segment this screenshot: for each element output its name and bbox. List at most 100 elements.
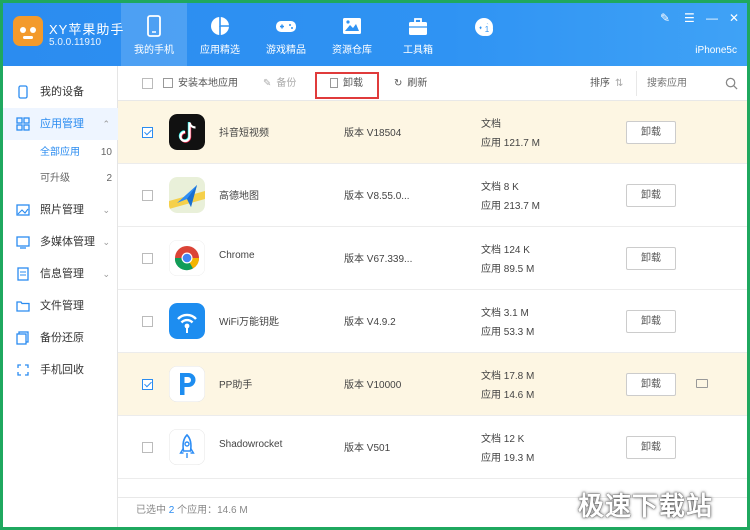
app-list: 抖音短视频 版本 V18504 文档 应用 121.7 M 卸载 高德地图 版本… — [118, 101, 747, 481]
tab-featured-apps[interactable]: 应用精选 — [187, 3, 253, 66]
chrome-icon — [169, 240, 205, 276]
subitem-label: 可升级 — [40, 173, 70, 184]
folder-icon[interactable] — [696, 379, 708, 388]
uninstall-app-button[interactable]: 卸载 — [626, 247, 676, 270]
table-row[interactable]: Shadowrocket 版本 V501 文档 12 K 应用 19.3 M 卸… — [118, 416, 747, 479]
sidebar-item-media[interactable]: 多媒体管理 ⌄ — [3, 226, 118, 258]
grid-icon — [16, 117, 30, 131]
app-size: 应用 53.3 M — [481, 327, 535, 338]
sidebar-subitem-all-apps[interactable]: 全部应用 10 — [3, 140, 118, 166]
search-input[interactable] — [647, 74, 717, 92]
uninstall-app-button[interactable]: 卸载 — [626, 121, 676, 144]
uninstall-button[interactable]: 卸载 — [330, 66, 363, 101]
app-size: 应用 14.6 M — [481, 390, 535, 401]
row-checkbox[interactable] — [142, 190, 153, 201]
app-version: 版本 V4.9.2 — [344, 317, 396, 328]
footer-middle: 个应用： — [174, 505, 218, 516]
refresh-label: 刷新 — [407, 78, 428, 89]
backup-button[interactable]: ✎ 备份 — [263, 66, 296, 101]
top-bar: XY苹果助手 5.0.0.11910 我的手机 应用精选 游戏精品 资源仓库 工… — [3, 3, 747, 66]
row-checkbox[interactable] — [142, 253, 153, 264]
app-version: 版本 V10000 — [344, 380, 402, 391]
uninstall-app-button[interactable]: 卸载 — [626, 184, 676, 207]
refresh-button[interactable]: ↻ 刷新 — [394, 66, 427, 101]
watermark: 极速下载站 — [578, 491, 714, 521]
close-icon[interactable]: ✕ — [729, 11, 739, 25]
minimize-icon[interactable]: — — [706, 11, 718, 25]
table-row[interactable]: Chrome 版本 V67.339... 文档 124 K 应用 89.5 M … — [118, 227, 747, 290]
subitem-count: 2 — [106, 173, 112, 184]
doc-size: 文档 8 K — [481, 182, 519, 193]
install-local-label: 安装本地应用 — [178, 78, 238, 89]
install-local-button[interactable]: 安装本地应用 — [163, 66, 238, 101]
app-logo — [13, 16, 43, 46]
chevron-down-icon: ⌄ — [102, 237, 110, 247]
sidebar-item-backup[interactable]: 备份还原 — [3, 322, 118, 354]
menu-icon[interactable]: ☰ — [684, 11, 695, 25]
search-icon[interactable] — [725, 77, 738, 90]
sidebar-item-my-device[interactable]: 我的设备 — [3, 76, 118, 108]
tab-games[interactable]: 游戏精品 — [253, 3, 319, 66]
sidebar-item-label: 手机回收 — [40, 364, 84, 376]
chevron-down-icon: ⌄ — [102, 269, 110, 279]
sidebar-item-recycle[interactable]: 手机回收 — [3, 354, 118, 386]
app-name: Chrome — [219, 250, 255, 261]
refresh-icon: ↻ — [394, 78, 403, 89]
sort-icon: ⇅ — [615, 78, 624, 89]
app-size: 应用 89.5 M — [481, 264, 535, 275]
app-size: 应用 121.7 M — [481, 138, 540, 149]
folder-icon — [16, 301, 30, 312]
backup-icon — [16, 331, 29, 345]
sidebar-item-messages[interactable]: 信息管理 ⌄ — [3, 258, 118, 290]
app-name: Shadowrocket — [219, 439, 283, 450]
uninstall-app-button[interactable]: 卸载 — [626, 436, 676, 459]
edit-icon[interactable]: ✎ — [660, 11, 670, 25]
table-row[interactable]: PP助手 版本 V10000 文档 17.8 M 应用 14.6 M 卸载 — [118, 353, 747, 416]
sidebar-item-label: 多媒体管理 — [40, 236, 95, 248]
row-checkbox[interactable] — [142, 127, 153, 138]
app-version: 版本 V501 — [344, 443, 391, 454]
recycle-icon — [17, 364, 29, 376]
row-checkbox[interactable] — [142, 442, 153, 453]
app-version: 5.0.0.11910 — [49, 37, 102, 48]
install-local-icon — [163, 78, 173, 89]
table-row[interactable]: 抖音短视频 版本 V18504 文档 应用 121.7 M 卸载 — [118, 101, 747, 164]
doc-size: 文档 17.8 M — [481, 371, 535, 382]
app-name: 抖音短视频 — [219, 128, 269, 139]
chevron-down-icon: ⌄ — [102, 205, 110, 215]
table-row[interactable]: 高德地图 版本 V8.55.0... 文档 8 K 应用 213.7 M 卸载 — [118, 164, 747, 227]
sidebar-item-label: 信息管理 — [40, 268, 84, 280]
select-all-checkbox[interactable] — [142, 66, 153, 101]
photo-icon — [16, 204, 30, 216]
uninstall-app-button[interactable]: 卸载 — [626, 373, 676, 396]
app-version: 版本 V8.55.0... — [344, 191, 410, 202]
tab-my-phone[interactable]: 我的手机 — [121, 3, 187, 66]
sort-button[interactable]: 排序 ⇅ — [590, 66, 623, 101]
app-size: 应用 213.7 M — [481, 201, 540, 212]
app-title: XY苹果助手 — [49, 22, 125, 37]
rocket-icon — [169, 429, 205, 465]
sidebar-item-files[interactable]: 文件管理 — [3, 290, 118, 322]
tab-resources[interactable]: 资源仓库 — [319, 3, 385, 66]
tab-label: 应用精选 — [200, 45, 240, 56]
doc-size: 文档 12 K — [481, 434, 525, 445]
device-name[interactable]: iPhone5c — [695, 45, 737, 56]
sidebar-item-app-manager[interactable]: 应用管理 ⌃ — [3, 108, 118, 140]
selected-size: 14.6 M — [217, 505, 248, 516]
doc-size: 文档 3.1 M — [481, 308, 529, 319]
tab-toolbox[interactable]: 工具箱 — [385, 3, 451, 66]
table-row[interactable]: WiFi万能钥匙 版本 V4.9.2 文档 3.1 M 应用 53.3 M 卸载 — [118, 290, 747, 353]
map-icon — [169, 177, 205, 213]
wifi-key-icon — [169, 303, 205, 339]
sidebar-subitem-upgradable[interactable]: 可升级 2 — [3, 166, 118, 192]
app-size: 应用 19.3 M — [481, 453, 535, 464]
row-checkbox[interactable] — [142, 379, 153, 390]
sidebar-item-label: 照片管理 — [40, 204, 84, 216]
app-name: 高德地图 — [219, 191, 259, 202]
uninstall-app-button[interactable]: 卸载 — [626, 310, 676, 333]
phone-icon — [147, 15, 161, 37]
row-checkbox[interactable] — [142, 316, 153, 327]
subitem-label: 全部应用 — [40, 147, 80, 158]
sidebar-item-photos[interactable]: 照片管理 ⌄ — [3, 194, 118, 226]
pp-icon — [169, 366, 205, 402]
